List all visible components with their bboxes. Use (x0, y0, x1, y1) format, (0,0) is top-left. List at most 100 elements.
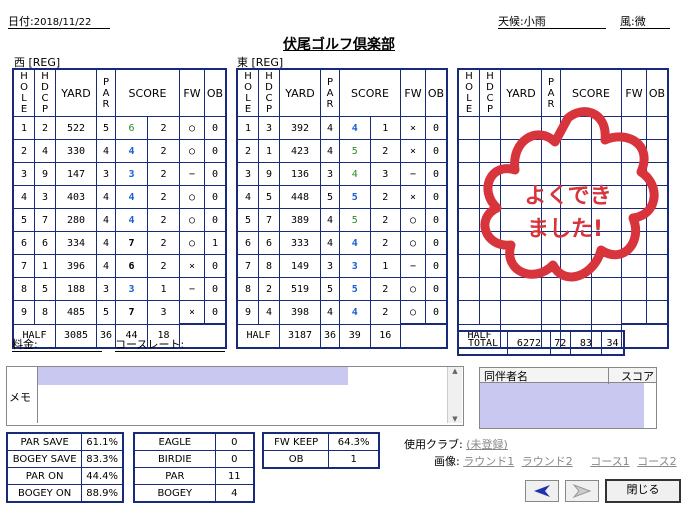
hole-row: 6 6 334 4 7 2 ○ 1 (12, 231, 227, 255)
scorecard-out: HOLE HDCP YARD PAR SCORE FW OB 1 2 522 5 6 2 ○… (12, 68, 227, 349)
left-arrow-icon (534, 485, 550, 497)
total-yard: 6272 (507, 330, 551, 356)
col-score: SCORE (115, 68, 180, 117)
hole-putt: 2 (147, 139, 180, 163)
hole-putt: 3 (147, 300, 180, 325)
col-hdcp: HDCP (258, 68, 280, 117)
hole-number: 3 (236, 162, 259, 186)
date-field: 日付:2018/11/22 (8, 13, 110, 29)
date-value: 2018/11/22 (33, 17, 92, 28)
hole-par: 4 (96, 139, 116, 163)
hole-par: 5 (96, 300, 116, 325)
stat-row: OB 1 (262, 450, 380, 469)
hole-hdcp: 7 (34, 208, 56, 232)
hole-yard: 389 (279, 208, 321, 232)
stat-value: 11 (214, 467, 255, 485)
hole-row: 7 1 396 4 6 2 × 0 (12, 254, 227, 278)
hole-par: 3 (320, 162, 340, 186)
hole-ob: 0 (204, 300, 227, 325)
prev-button[interactable] (525, 480, 559, 502)
hole-score: 3 (339, 254, 371, 278)
hole-par: 5 (96, 116, 116, 140)
scroll-up-icon[interactable]: ▲ (448, 367, 462, 375)
hole-number: 6 (12, 231, 35, 255)
image-link-course1[interactable]: コース1 (590, 455, 629, 468)
hole-number: 1 (12, 116, 35, 140)
hole-par: 4 (96, 185, 116, 209)
image-link-course2[interactable]: コース2 (637, 455, 676, 468)
hole-fw: ○ (400, 208, 426, 232)
hole-number: 1 (236, 116, 259, 140)
hole-fw: × (179, 254, 205, 278)
hole-yard: 519 (279, 277, 321, 301)
memo-textarea[interactable]: ▲ ▼ (37, 367, 462, 423)
hole-hdcp: 3 (34, 185, 56, 209)
images-row: 画像: ラウンド1 ラウンド2 コース1 コース2 (434, 453, 677, 469)
total-label: TOTAL (457, 330, 509, 356)
hole-ob: 0 (204, 139, 227, 163)
hole-hdcp: 8 (34, 300, 56, 325)
hole-putt: 1 (147, 277, 180, 301)
col-fw: FW (400, 68, 426, 117)
hole-par: 4 (320, 116, 340, 140)
hole-putt: 2 (147, 208, 180, 232)
hole-ob: 0 (425, 231, 448, 255)
col-yard: YARD (55, 68, 97, 117)
hole-fw: × (400, 185, 426, 209)
stats-save-on: PAR SAVE 61.1% BOGEY SAVE 83.3% PAR ON 44.4% B… (6, 432, 124, 503)
image-link-round1[interactable]: ラウンド1 (463, 455, 514, 468)
clubs-link[interactable]: (未登録) (466, 438, 508, 451)
weather-field: 天候:小雨 (498, 13, 606, 29)
hole-putt: 2 (369, 185, 401, 209)
memo-scrollbar[interactable]: ▲ ▼ (447, 367, 462, 423)
companion-score-header[interactable]: スコア (608, 368, 654, 384)
stat-label: PAR SAVE (6, 432, 83, 451)
hole-par: 4 (96, 231, 116, 255)
hole-ob: 0 (425, 185, 448, 209)
hole-putt: 2 (369, 277, 401, 301)
hole-fw: − (179, 162, 205, 186)
hole-ob: 0 (425, 208, 448, 232)
close-button[interactable]: 閉じる (605, 479, 681, 503)
hole-row: 7 8 149 3 3 1−0 (236, 254, 448, 278)
hole-yard: 280 (55, 208, 97, 232)
stat-value: 0 (214, 432, 255, 451)
hole-par: 3 (96, 162, 116, 186)
next-button[interactable] (565, 480, 599, 502)
clubs-label: 使用クラブ: (404, 438, 463, 451)
hole-fw: ○ (179, 139, 205, 163)
hole-hdcp: 5 (258, 185, 280, 209)
hole-row: 5 7 280 4 4 2 ○ 0 (12, 208, 227, 232)
stat-value: 83.3% (81, 450, 124, 468)
hole-yard: 522 (55, 116, 97, 140)
hole-row: 4 5 448 5 5 2 × 0 (236, 185, 448, 209)
hole-number: 9 (236, 300, 259, 325)
hole-row: 6 6 333 4 4 2 ○ 0 (236, 231, 448, 255)
col-par: PAR (96, 68, 116, 117)
hole-number: 7 (236, 254, 259, 278)
hole-number: 8 (12, 277, 35, 301)
hole-score: 4 (339, 231, 371, 255)
companion-name-header[interactable]: 同伴者名 (484, 368, 528, 384)
fee-field: 料金: (12, 336, 102, 352)
stat-row: FW KEEP 64.3% (262, 432, 380, 451)
image-link-round2[interactable]: ラウンド2 (522, 455, 573, 468)
stat-value: 0 (214, 450, 255, 468)
hole-ob: 0 (204, 185, 227, 209)
hole-ob: 0 (425, 139, 448, 163)
col-yard: YARD (279, 68, 321, 117)
hole-fw: − (400, 254, 426, 278)
right-arrow-icon (572, 483, 592, 499)
hole-ob: 0 (425, 277, 448, 301)
hole-score: 4 (339, 162, 371, 186)
memo-box: メモ ▲ ▼ (6, 366, 464, 426)
hole-ob: 0 (425, 116, 448, 140)
hole-score: 5 (339, 139, 371, 163)
stat-label: EAGLE (133, 432, 216, 451)
hole-fw: × (179, 300, 205, 325)
companions-list[interactable]: 同伴者名 スコア (479, 367, 657, 429)
scroll-down-icon[interactable]: ▼ (448, 415, 462, 423)
hole-yard: 423 (279, 139, 321, 163)
stat-row: EAGLE 0 (133, 432, 255, 451)
hole-putt: 2 (369, 208, 401, 232)
